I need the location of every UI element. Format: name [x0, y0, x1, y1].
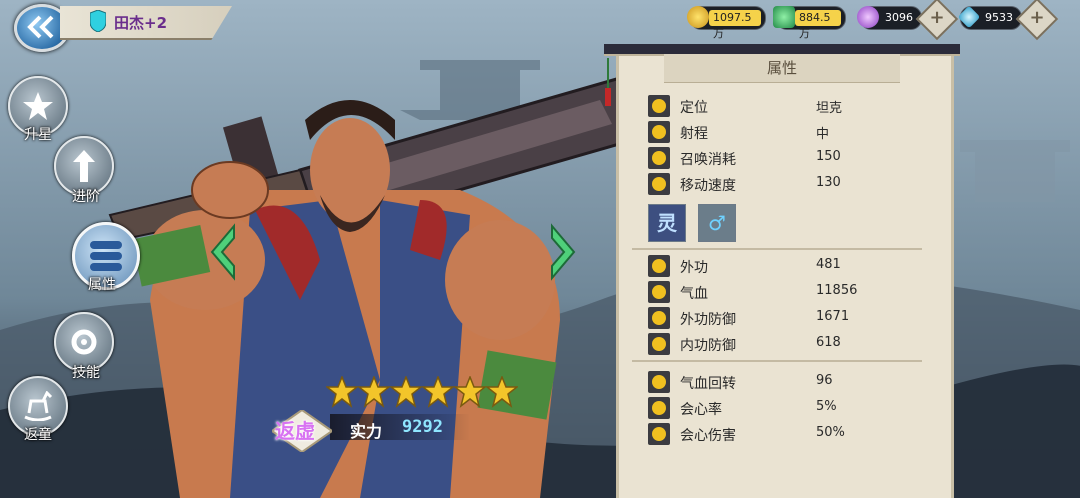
jade-counter: 884.5万	[773, 6, 846, 40]
star-icon	[358, 376, 390, 408]
previous-hero-arrow-icon[interactable]	[204, 222, 244, 282]
star-icon	[326, 376, 358, 408]
menu-label-advance: 进阶	[72, 189, 100, 205]
attribute-value: 5%	[816, 399, 837, 414]
spirit-counter: 3096	[857, 6, 922, 30]
panel-title: 属性	[766, 59, 797, 77]
attribute-icon	[648, 397, 670, 419]
attribute-row-basic-0: 定位 坦克	[648, 94, 938, 118]
attribute-value: 618	[816, 335, 841, 350]
attribute-label: 召唤消耗	[680, 152, 736, 168]
star-icon	[454, 376, 486, 408]
attribute-icon	[648, 423, 670, 445]
plus-icon: +	[1029, 7, 1045, 28]
jade-value: 884.5万	[795, 10, 841, 40]
tassel-icon	[605, 58, 611, 106]
attribute-row-basic-1: 射程 中	[648, 120, 938, 144]
star-icon	[23, 92, 53, 120]
spirit-orb-icon	[857, 6, 879, 28]
attribute-value: 中	[816, 127, 830, 142]
attribute-value: 130	[816, 175, 841, 190]
hero-star-rating	[326, 376, 518, 410]
attribute-label: 移动速度	[680, 178, 736, 194]
rank-name: 返虚	[275, 419, 315, 443]
attribute-icon	[648, 95, 670, 117]
list-icon	[90, 241, 122, 271]
menu-label-skills: 技能	[72, 365, 100, 381]
attribute-label: 射程	[680, 126, 708, 142]
attribute-icon	[648, 333, 670, 355]
attribute-label: 会心率	[680, 402, 722, 418]
star-icon	[486, 376, 518, 408]
star-icon	[390, 376, 422, 408]
attribute-row-combat-2: 外功防御 1671	[648, 306, 938, 330]
hero-name: 田杰+2	[114, 14, 168, 32]
attribute-value: 481	[816, 257, 841, 272]
arrow-up-icon	[73, 150, 95, 182]
attribute-value: 1671	[816, 309, 850, 324]
spirit-type-icon: 灵	[648, 204, 686, 242]
power-label: 实力	[350, 422, 383, 441]
gear-icon	[71, 329, 97, 355]
attribute-value: 150	[816, 149, 841, 164]
gold-value: 1097.5万	[709, 10, 761, 40]
attribute-row-basic-3: 移动速度 130	[648, 172, 938, 196]
attribute-label: 会心伤害	[680, 428, 736, 444]
attribute-label: 定位	[680, 100, 708, 116]
attribute-value: 50%	[816, 425, 845, 440]
attribute-row-extra-0: 气血回转 96	[648, 370, 938, 394]
jade-gem-icon	[773, 6, 795, 28]
attribute-icon	[648, 121, 670, 143]
attribute-icon	[648, 281, 670, 303]
attribute-panel: 属性 定位 坦克射程 中召唤消耗 150 移动速度 130 灵 ♂ 外功 481 气血 11856 外功…	[604, 44, 960, 498]
attribute-row-combat-1: 气血 11856	[648, 280, 938, 304]
back-arrow-icon	[27, 15, 54, 39]
divider	[632, 248, 922, 250]
attribute-icon	[648, 255, 670, 277]
menu-label-upgrade-star: 升星	[24, 127, 52, 143]
attribute-icon	[648, 173, 670, 195]
spirit-value: 3096	[885, 11, 913, 24]
attribute-label: 内功防御	[680, 338, 736, 354]
attribute-row-basic-2: 召唤消耗 150	[648, 146, 938, 170]
rocking-horse-icon	[24, 391, 53, 421]
attribute-row-combat-0: 外功 481	[648, 254, 938, 278]
divider	[632, 360, 922, 362]
plus-icon: +	[929, 7, 945, 28]
attribute-row-extra-2: 会心伤害 50%	[648, 422, 938, 446]
gold-coin-icon	[687, 6, 709, 28]
attribute-label: 气血	[680, 286, 708, 302]
gold-counter: 1097.5万	[687, 6, 766, 40]
diamond-value: 9533	[985, 11, 1013, 24]
star-icon	[422, 376, 454, 408]
attribute-value: 坦克	[816, 101, 843, 116]
attribute-row-extra-1: 会心率 5%	[648, 396, 938, 420]
diamond-counter: 9533	[957, 5, 1022, 30]
attribute-value: 11856	[816, 283, 858, 298]
attribute-icon	[648, 371, 670, 393]
next-hero-arrow-icon[interactable]	[542, 222, 582, 282]
attribute-icon	[648, 147, 670, 169]
attribute-value: 96	[816, 373, 833, 388]
menu-label-attributes: 属性	[88, 277, 116, 293]
attribute-icon	[648, 307, 670, 329]
menu-label-rejuvenate: 返童	[24, 427, 52, 443]
shield-icon	[90, 10, 106, 32]
power-value: 9292	[402, 417, 443, 437]
male-gender-icon: ♂	[698, 204, 736, 242]
attribute-label: 外功防御	[680, 312, 736, 328]
attribute-label: 气血回转	[680, 376, 736, 392]
attribute-row-combat-3: 内功防御 618	[648, 332, 938, 356]
attribute-label: 外功	[680, 260, 708, 276]
